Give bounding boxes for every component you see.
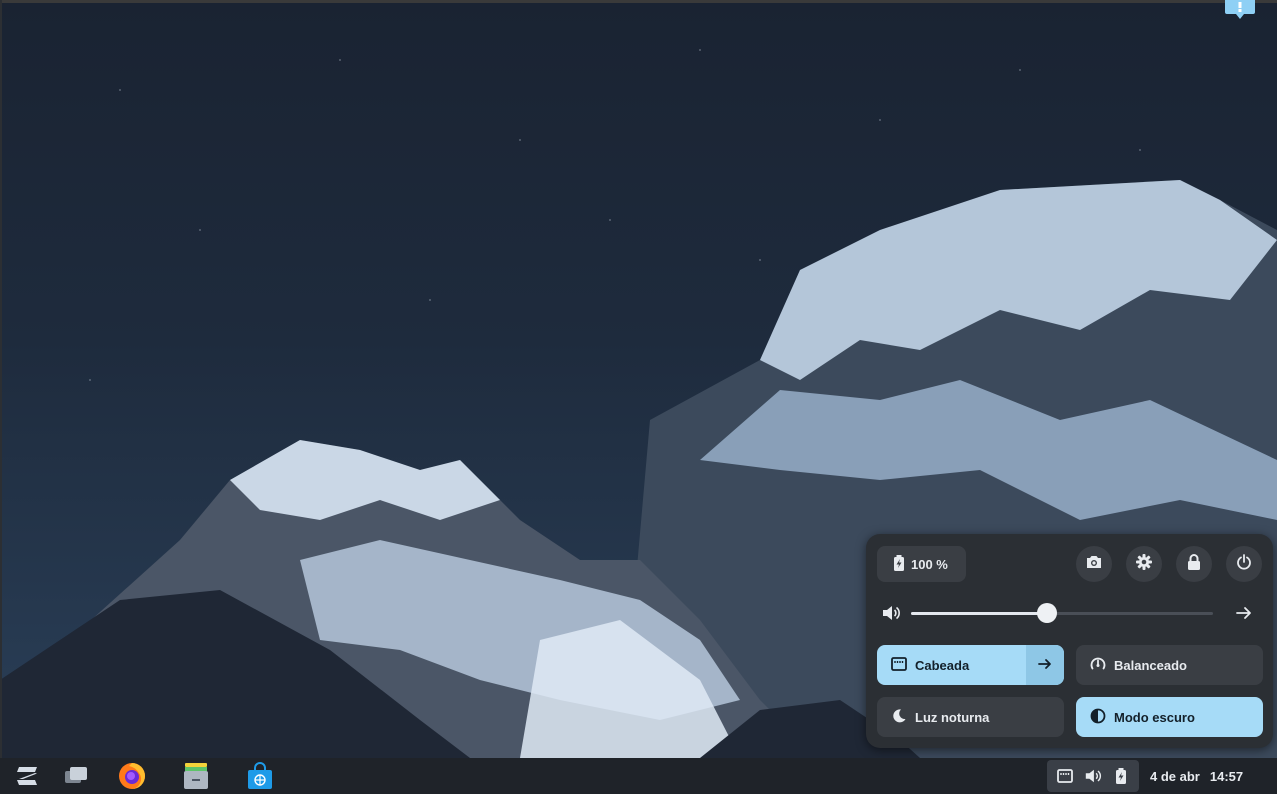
moon-icon: [891, 708, 907, 727]
speedometer-icon: [1090, 656, 1106, 675]
software-store-icon[interactable]: [243, 760, 277, 792]
files-icon[interactable]: [179, 760, 213, 792]
camera-icon: [1086, 555, 1102, 574]
battery-percentage: 100 %: [911, 556, 948, 572]
workspaces-icon[interactable]: [59, 760, 93, 792]
settings-button[interactable]: [1126, 546, 1162, 582]
battery-icon[interactable]: [1110, 765, 1132, 787]
gear-icon: [1136, 553, 1152, 575]
power-mode-toggle[interactable]: Balanceado: [1076, 645, 1263, 685]
screenshot-button[interactable]: [1076, 546, 1112, 582]
arrow-right-icon: [1037, 656, 1053, 675]
audio-output-arrow-icon[interactable]: [1234, 603, 1254, 623]
wired-network-toggle[interactable]: Cabeada: [877, 645, 1064, 685]
battery-status-button[interactable]: 100 %: [877, 546, 966, 582]
volume-slider-fill: [911, 612, 1047, 615]
wired-network-label: Cabeada: [915, 657, 970, 673]
power-icon: [1236, 553, 1252, 575]
zorin-menu-icon[interactable]: [10, 760, 44, 792]
night-light-label: Luz noturna: [915, 709, 990, 725]
wired-network-arrow-button[interactable]: [1026, 645, 1064, 685]
lock-screen-button[interactable]: [1176, 546, 1212, 582]
volume-slider[interactable]: [911, 603, 1213, 623]
volume-icon[interactable]: [1082, 765, 1104, 787]
night-light-toggle[interactable]: Luz noturna: [877, 697, 1064, 737]
firefox-icon[interactable]: [115, 760, 149, 792]
chat-notification-icon[interactable]: [1224, 0, 1256, 20]
ethernet-icon: [891, 656, 907, 674]
contrast-icon: [1090, 708, 1106, 727]
clock-time: 14:57: [1209, 768, 1244, 784]
battery-charging-icon: [893, 554, 905, 574]
volume-slider-knob[interactable]: [1036, 603, 1057, 623]
top-border: [0, 0, 1277, 3]
wired-network-icon[interactable]: [1054, 765, 1076, 787]
left-border: [0, 0, 2, 758]
dark-mode-label: Modo escuro: [1114, 709, 1195, 725]
quick-settings-panel: 100 % Cabeada Balanceado Luz noturna Mod…: [866, 534, 1273, 748]
lock-icon: [1187, 553, 1201, 575]
clock-date: 4 de abr: [1150, 768, 1200, 784]
volume-icon[interactable]: [881, 603, 901, 623]
taskbar: 4 de abr 14:57: [0, 758, 1277, 794]
dark-mode-toggle[interactable]: Modo escuro: [1076, 697, 1263, 737]
power-button[interactable]: [1226, 546, 1262, 582]
system-tray[interactable]: [1047, 760, 1139, 792]
clock[interactable]: 4 de abr 14:57: [1150, 758, 1243, 794]
power-mode-label: Balanceado: [1114, 657, 1187, 673]
